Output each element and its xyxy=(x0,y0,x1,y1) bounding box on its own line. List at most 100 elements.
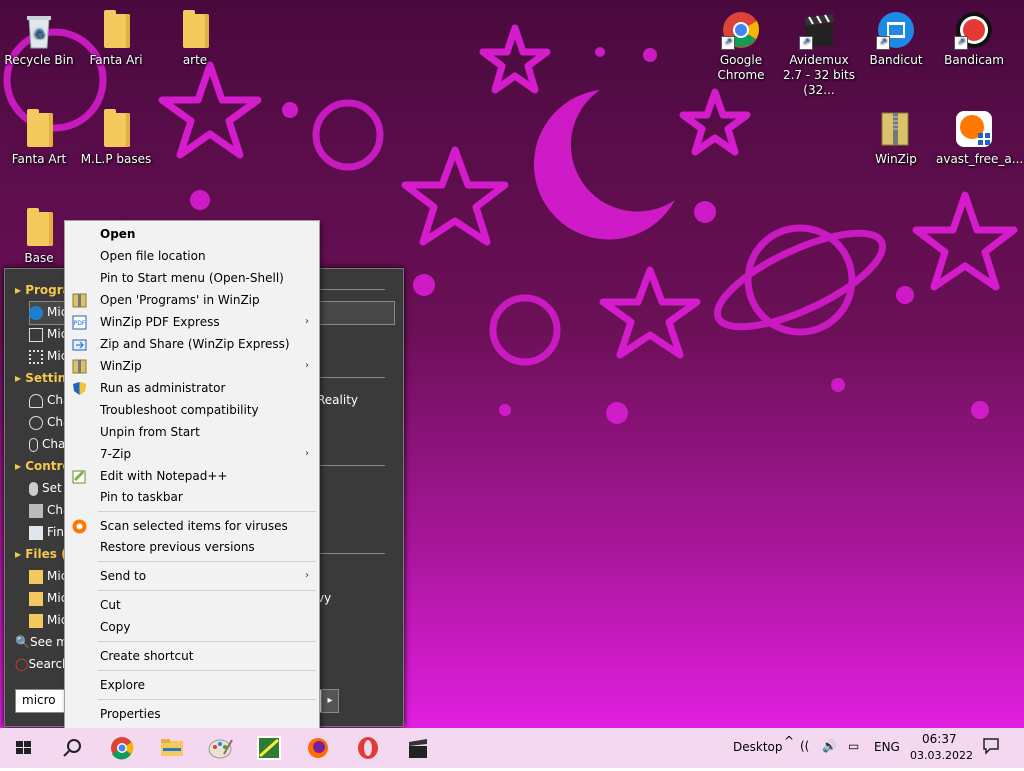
icon-label: WinZip xyxy=(875,152,917,166)
menu-item-zip-and-share[interactable]: Zip and Share (WinZip Express) xyxy=(65,333,319,355)
folder-icon xyxy=(104,10,130,48)
icon-label: Bandicut xyxy=(869,53,923,67)
firefox-icon xyxy=(308,738,328,758)
display-icon[interactable]: ▭ xyxy=(848,739,859,753)
shortcut-arrow-icon: ↗ xyxy=(954,36,968,50)
program-item-edge[interactable]: Mic xyxy=(29,302,67,322)
taskbar-chrome[interactable] xyxy=(98,728,146,768)
show-hidden-icons-chevron[interactable]: ^ xyxy=(784,734,794,748)
mlp-bases-folder-icon[interactable]: M.L.P bases xyxy=(78,109,154,167)
menu-item-open-file-location[interactable]: Open file location xyxy=(65,245,319,267)
control-panel-section-header[interactable]: ▸ Contro xyxy=(15,456,71,476)
bandicut-desktop-icon[interactable]: ↗ Bandicut xyxy=(858,10,934,68)
arte-folder-icon[interactable]: arte xyxy=(157,10,233,68)
fanta-art-folder-icon[interactable]: Fanta Art xyxy=(1,109,77,167)
menu-separator xyxy=(98,561,316,562)
winzip-desktop-icon[interactable]: WinZip xyxy=(858,109,934,167)
menu-item-open[interactable]: Open xyxy=(65,223,319,245)
folder-icon xyxy=(29,591,43,606)
menu-item-restore-previous-versions[interactable]: Restore previous versions xyxy=(65,536,319,558)
search-arrow-button[interactable]: ▸ xyxy=(321,689,339,713)
menu-item-winzip-pdf-express[interactable]: PDF WinZip PDF Express › xyxy=(65,311,319,333)
taskbar-paint-app[interactable] xyxy=(246,728,294,768)
program-item[interactable]: Mic xyxy=(29,346,67,366)
taskbar-opera[interactable] xyxy=(344,728,392,768)
start-button[interactable] xyxy=(0,728,48,768)
menu-separator xyxy=(98,590,316,591)
pdf-icon: PDF xyxy=(72,315,87,330)
see-more-results-link[interactable]: 🔍See m xyxy=(15,632,68,652)
icon-label: Avidemux 2.7 - 32 bits (32... xyxy=(782,53,856,97)
menu-item-label: Properties xyxy=(100,707,161,721)
menu-item-troubleshoot-compatibility[interactable]: Troubleshoot compatibility xyxy=(65,399,319,421)
menu-item-label: Zip and Share (WinZip Express) xyxy=(100,337,290,351)
menu-item-label: Open 'Programs' in WinZip xyxy=(100,293,260,307)
control-panel-item[interactable]: Set xyxy=(29,478,62,498)
settings-item[interactable]: Cha xyxy=(29,434,65,454)
section-label: Files ( xyxy=(25,547,67,561)
clock-date[interactable]: 03.03.2022 xyxy=(910,749,973,762)
notepadpp-icon xyxy=(72,470,86,484)
clock-time[interactable]: 06:37 xyxy=(922,732,957,746)
programs-section-header[interactable]: ▸ Progra xyxy=(15,280,71,300)
menu-item-create-shortcut[interactable]: Create shortcut xyxy=(65,645,319,667)
menu-item-7zip[interactable]: 7-Zip › xyxy=(65,443,319,465)
submenu-arrow-icon: › xyxy=(305,360,309,371)
menu-item-unpin-from-start[interactable]: Unpin from Start xyxy=(65,421,319,443)
item-label: Fin xyxy=(47,525,64,539)
menu-item-run-as-administrator[interactable]: Run as administrator xyxy=(65,377,319,399)
menu-item-copy[interactable]: Copy xyxy=(65,616,319,638)
taskbar-avidemux[interactable] xyxy=(394,728,442,768)
recycle-bin-desktop-icon[interactable]: ♻ Recycle Bin xyxy=(1,10,77,68)
menu-item-cut[interactable]: Cut xyxy=(65,594,319,616)
menu-item-edit-with-notepadpp[interactable]: Edit with Notepad++ xyxy=(65,465,319,487)
menu-item-pin-to-taskbar[interactable]: Pin to taskbar xyxy=(65,486,319,508)
google-chrome-desktop-icon[interactable]: ↗ Google Chrome xyxy=(703,10,779,83)
search-internet-link[interactable]: ◯Search xyxy=(15,654,70,674)
menu-item-open-in-winzip[interactable]: Open 'Programs' in WinZip xyxy=(65,289,319,311)
menu-item-send-to[interactable]: Send to › xyxy=(65,565,319,587)
program-item[interactable]: Mic xyxy=(29,324,67,344)
menu-item-explore[interactable]: Explore xyxy=(65,674,319,696)
paint-icon xyxy=(208,739,233,759)
notification-center-icon[interactable] xyxy=(982,737,1000,758)
folder-icon xyxy=(183,10,209,48)
menu-item-pin-to-start[interactable]: Pin to Start menu (Open-Shell) xyxy=(65,267,319,289)
item-label: Cha xyxy=(42,437,66,451)
taskbar-paint[interactable] xyxy=(198,728,246,768)
menu-item-label: 7-Zip xyxy=(100,447,132,461)
menu-item-properties[interactable]: Properties xyxy=(65,703,319,725)
folder-icon xyxy=(104,109,130,147)
menu-item-label: Cut xyxy=(100,598,121,612)
taskbar-search-button[interactable] xyxy=(48,728,96,768)
desktop-toolbar-label[interactable]: Desktop xyxy=(733,740,783,754)
svg-text:♻: ♻ xyxy=(34,27,45,41)
files-section-header[interactable]: ▸ Files ( xyxy=(15,544,67,564)
network-icon[interactable]: (( xyxy=(800,739,809,753)
avidemux-desktop-icon[interactable]: ↗ Avidemux 2.7 - 32 bits (32... xyxy=(781,10,857,98)
item-label: Set xyxy=(42,481,62,495)
avast-installer-desktop-icon[interactable]: avast_free_a... xyxy=(936,109,1024,167)
desktop: ♻ Recycle Bin Fanta Ari arte Fanta Art M… xyxy=(0,0,1024,728)
control-panel-item[interactable]: Fin xyxy=(29,522,64,542)
avast-icon xyxy=(72,519,87,534)
section-label: Settin xyxy=(25,371,67,385)
file-item[interactable]: Mic xyxy=(29,588,67,608)
icon-label: avast_free_a... xyxy=(936,152,1024,166)
fanta-ari-folder-icon[interactable]: Fanta Ari xyxy=(78,10,154,68)
menu-item-label: WinZip xyxy=(100,359,142,373)
winzip-icon xyxy=(72,293,87,308)
edge-icon xyxy=(29,305,43,320)
settings-section-header[interactable]: ▸ Settin xyxy=(15,368,66,388)
menu-separator xyxy=(98,699,316,700)
menu-item-scan-for-viruses[interactable]: Scan selected items for viruses xyxy=(65,515,319,537)
language-indicator[interactable]: ENG xyxy=(874,740,900,754)
menu-item-winzip[interactable]: WinZip › xyxy=(65,355,319,377)
bandicam-desktop-icon[interactable]: ↗ Bandicam xyxy=(936,10,1012,68)
taskbar-file-explorer[interactable] xyxy=(148,728,196,768)
taskbar-firefox[interactable] xyxy=(294,728,342,768)
menu-item-label: Explore xyxy=(100,678,146,692)
file-item[interactable]: Mic xyxy=(29,566,67,586)
file-item[interactable]: Mic xyxy=(29,610,67,630)
volume-icon[interactable]: 🔊 xyxy=(822,739,837,753)
